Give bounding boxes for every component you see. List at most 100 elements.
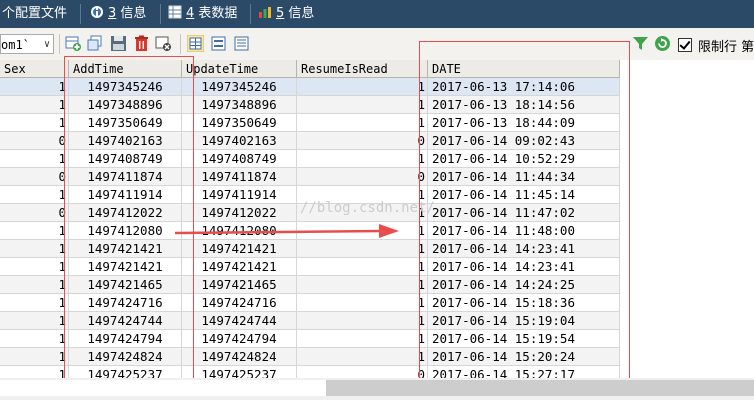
cell-addtime[interactable]: 1497424716 — [69, 294, 182, 312]
delete-icon[interactable] — [133, 35, 150, 52]
cell-sex[interactable]: 1 — [0, 348, 69, 366]
cell-date[interactable]: 2017-06-14 11:44:34 — [428, 168, 620, 186]
cell-sex[interactable]: 1 — [0, 240, 69, 258]
cell-updatetime[interactable]: 1497411874 — [182, 168, 297, 186]
add-row-icon[interactable] — [65, 35, 82, 52]
cell-updatetime[interactable]: 1497421421 — [182, 258, 297, 276]
cell-resumeisread[interactable]: 0 — [297, 132, 428, 150]
cell-sex[interactable]: 1 — [0, 150, 69, 168]
cell-date[interactable]: 2017-06-14 09:02:43 — [428, 132, 620, 150]
cell-updatetime[interactable]: 1497424794 — [182, 330, 297, 348]
cell-updatetime[interactable]: 1497348896 — [182, 96, 297, 114]
cell-resumeisread[interactable]: 1 — [297, 294, 428, 312]
tab-info-3[interactable]: 3 信息 — [90, 4, 146, 24]
cell-updatetime[interactable]: 1497421465 — [182, 276, 297, 294]
cell-resumeisread[interactable]: 1 — [297, 114, 428, 132]
form-view-icon[interactable] — [210, 35, 227, 52]
cell-addtime[interactable]: 1497350649 — [69, 114, 182, 132]
limit-rows-toggle[interactable]: 限制行 第 — [678, 36, 754, 55]
table-row[interactable]: 1 1497345246 1497345246 1 2017-06-13 17:14:0… — [0, 78, 620, 96]
cell-sex[interactable]: 1 — [0, 222, 69, 240]
cell-resumeisread[interactable]: 0 — [297, 168, 428, 186]
refresh-icon[interactable] — [654, 35, 671, 52]
save-icon[interactable] — [110, 35, 127, 52]
cell-addtime[interactable]: 1497402163 — [69, 132, 182, 150]
filter-icon[interactable] — [632, 35, 649, 52]
horizontal-scrollbar[interactable] — [0, 378, 754, 400]
cell-date[interactable]: 2017-06-14 15:18:36 — [428, 294, 620, 312]
cell-addtime[interactable]: 1497345246 — [69, 78, 182, 96]
tab-info-5[interactable]: 5 信息 — [258, 4, 314, 24]
cell-sex[interactable]: 1 — [0, 96, 69, 114]
tab-config-files[interactable]: 个配置文件 — [2, 4, 67, 24]
cell-updatetime[interactable]: 1497412022 — [182, 204, 297, 222]
cell-updatetime[interactable]: 1497350649 — [182, 114, 297, 132]
cell-sex[interactable]: 1 — [0, 276, 69, 294]
cell-date[interactable]: 2017-06-13 18:14:56 — [428, 96, 620, 114]
cell-sex[interactable]: 1 — [0, 186, 69, 204]
cell-date[interactable]: 2017-06-13 17:14:06 — [428, 78, 620, 96]
cell-date[interactable]: 2017-06-14 15:19:04 — [428, 312, 620, 330]
table-row[interactable]: 1 1497424824 1497424824 1 2017-06-14 15:20:2… — [0, 348, 620, 366]
cell-addtime[interactable]: 1497348896 — [69, 96, 182, 114]
cell-date[interactable]: 2017-06-14 11:48:00 — [428, 222, 620, 240]
table-row[interactable]: 1 1497421421 1497421421 1 2017-06-14 14:23:4… — [0, 258, 620, 276]
table-row[interactable]: 1 1497424794 1497424794 1 2017-06-14 15:19:5… — [0, 330, 620, 348]
table-row[interactable]: 1 1497421421 1497421421 1 2017-06-14 14:23:4… — [0, 240, 620, 258]
table-row[interactable]: 0 1497411874 1497411874 0 2017-06-14 11:44:3… — [0, 168, 620, 186]
cell-updatetime[interactable]: 1497411914 — [182, 186, 297, 204]
column-header-sex[interactable]: Sex — [0, 60, 69, 78]
table-row[interactable]: 1 1497424716 1497424716 1 2017-06-14 15:18:3… — [0, 294, 620, 312]
limit-rows-checkbox[interactable] — [678, 38, 692, 52]
table-select-combo[interactable]: om1` ∨ — [0, 34, 54, 54]
scrollbar-thumb[interactable] — [326, 380, 754, 396]
cell-resumeisread[interactable]: 1 — [297, 240, 428, 258]
cell-updatetime[interactable]: 1497424744 — [182, 312, 297, 330]
cell-addtime[interactable]: 1497412022 — [69, 204, 182, 222]
cell-resumeisread[interactable]: 1 — [297, 330, 428, 348]
column-header-updatetime[interactable]: UpdateTime — [182, 60, 297, 78]
cell-date[interactable]: 2017-06-14 14:23:41 — [428, 240, 620, 258]
table-row[interactable]: 1 1497421465 1497421465 1 2017-06-14 14:24:2… — [0, 276, 620, 294]
cell-updatetime[interactable]: 1497424716 — [182, 294, 297, 312]
cell-date[interactable]: 2017-06-14 15:20:24 — [428, 348, 620, 366]
table-row[interactable]: 1 1497424744 1497424744 1 2017-06-14 15:19:0… — [0, 312, 620, 330]
cell-sex[interactable]: 1 — [0, 258, 69, 276]
cell-date[interactable]: 2017-06-14 11:47:02 — [428, 204, 620, 222]
table-row[interactable]: 1 1497408749 1497408749 1 2017-06-14 10:52:2… — [0, 150, 620, 168]
cell-addtime[interactable]: 1497424744 — [69, 312, 182, 330]
scrollbar-track[interactable] — [0, 380, 326, 396]
cell-date[interactable]: 2017-06-14 15:19:54 — [428, 330, 620, 348]
column-header-addtime[interactable]: AddTime — [69, 60, 182, 78]
cell-updatetime[interactable]: 1497408749 — [182, 150, 297, 168]
cell-sex[interactable]: 1 — [0, 78, 69, 96]
cell-sex[interactable]: 1 — [0, 114, 69, 132]
cell-resumeisread[interactable]: 1 — [297, 348, 428, 366]
cell-resumeisread[interactable]: 1 — [297, 276, 428, 294]
text-view-icon[interactable] — [233, 35, 250, 52]
grid-view-icon[interactable] — [187, 35, 204, 52]
cell-resumeisread[interactable]: 1 — [297, 96, 428, 114]
cell-addtime[interactable]: 1497411874 — [69, 168, 182, 186]
duplicate-row-icon[interactable] — [87, 35, 104, 52]
cell-date[interactable]: 2017-06-14 11:45:14 — [428, 186, 620, 204]
cell-updatetime[interactable]: 1497421421 — [182, 240, 297, 258]
cell-addtime[interactable]: 1497424794 — [69, 330, 182, 348]
cell-resumeisread[interactable]: 1 — [297, 312, 428, 330]
table-row[interactable]: 0 1497402163 1497402163 0 2017-06-14 09:02:4… — [0, 132, 620, 150]
cell-resumeisread[interactable]: 1 — [297, 258, 428, 276]
cell-addtime[interactable]: 1497424824 — [69, 348, 182, 366]
table-row[interactable]: 1 1497348896 1497348896 1 2017-06-13 18:14:5… — [0, 96, 620, 114]
column-header-resumeisread[interactable]: ResumeIsRead — [297, 60, 428, 78]
cell-updatetime[interactable]: 1497424824 — [182, 348, 297, 366]
cell-sex[interactable]: 1 — [0, 330, 69, 348]
cell-date[interactable]: 2017-06-13 18:44:09 — [428, 114, 620, 132]
table-row[interactable]: 1 1497350649 1497350649 1 2017-06-13 18:44:0… — [0, 114, 620, 132]
cell-addtime[interactable]: 1497411914 — [69, 186, 182, 204]
cell-sex[interactable]: 0 — [0, 204, 69, 222]
cell-updatetime[interactable]: 1497402163 — [182, 132, 297, 150]
cell-addtime[interactable]: 1497408749 — [69, 150, 182, 168]
cell-addtime[interactable]: 1497421421 — [69, 240, 182, 258]
cell-resumeisread[interactable]: 1 — [297, 150, 428, 168]
cell-sex[interactable]: 1 — [0, 294, 69, 312]
